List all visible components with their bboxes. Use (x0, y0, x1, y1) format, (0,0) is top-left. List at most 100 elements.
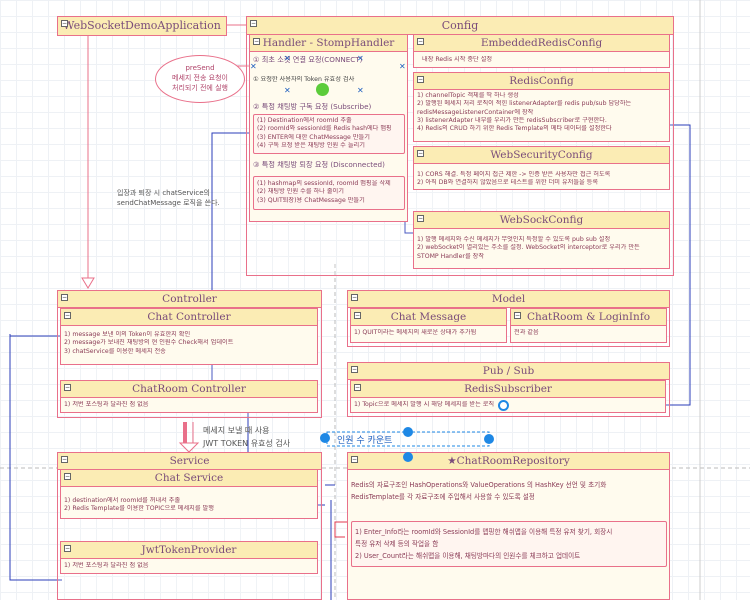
chat-message-class[interactable]: Chat Message − 1) QUIT이라는 메세지의 새로운 상태가 추… (350, 308, 507, 343)
middle-note-line: 메세지 보낼 때 사용 (203, 426, 270, 435)
cross-mark-icon: ✕ (284, 54, 291, 63)
collapse-icon[interactable]: − (351, 456, 358, 463)
repository-hashmap-notes: 1) Enter_Info라는 roomId와 SessionId를 맵핑한 해… (351, 521, 667, 567)
class-description: 1) QUIT이라는 메세지의 새로운 상태가 추가됨 (354, 329, 477, 336)
class-description: 2) message가 보내진 채팅방의 현 인원수 Check해서 업데이트 (64, 339, 234, 347)
chat-controller-class[interactable]: Chat Controller − 1) message 보낸 이의 Token… (60, 308, 318, 365)
class-description: 3) listenerAdapter 내부를 우리가 만든 redisSubsc… (417, 116, 607, 124)
collapse-icon[interactable]: − (351, 294, 358, 301)
jwt-token-provider-title: JwtTokenProvider (61, 542, 317, 559)
class-description: 1) message 보낸 이의 Token이 유효한지 확인 (64, 331, 191, 338)
repository-step: 1) Enter_Info라는 roomId와 SessionId를 맵핑한 해… (355, 528, 613, 536)
collapse-icon[interactable]: − (61, 456, 68, 463)
redis-config-class[interactable]: RedisConfig − 1) channelTopic 객체를 딱 하나 생… (413, 72, 670, 142)
chat-controller-title: Chat Controller (61, 309, 317, 326)
collapse-icon[interactable]: − (64, 384, 71, 391)
presend-note-line: 처리되기 전에 실행 (172, 84, 228, 92)
chatroom-controller-class[interactable]: ChatRoom Controller − 1) 저번 포스팅과 달라진 점 없… (60, 380, 318, 413)
class-description: 4) Redis의 CRUD 하기 위한 Redis Template의 메타 … (417, 125, 612, 133)
embedded-redis-config-title: EmbeddedRedisConfig (414, 35, 669, 52)
collapse-icon[interactable]: − (417, 150, 424, 157)
collapse-icon[interactable]: − (253, 38, 260, 45)
class-description: 1) CORS 해결. 특정 페이지 접근 제한 -> 인증 받은 사용자만 접… (417, 171, 611, 178)
class-description: 1) destination에서 roomId를 꺼내서 추출 (64, 497, 181, 504)
collapse-icon[interactable]: − (61, 20, 68, 27)
cross-mark-icon: ✕ (357, 86, 364, 95)
middle-note: 메세지 보낼 때 사용 JWT TOKEN 유효성 검사 (203, 424, 290, 450)
rotate-handle-icon[interactable] (498, 400, 509, 411)
collapse-icon[interactable]: − (61, 294, 68, 301)
redis-config-title: RedisConfig (414, 73, 669, 90)
chatroom-repository-title: ★ChatRoomRepository (348, 453, 669, 470)
left-note: 입장과 퇴장 시 chatService의 sendChatMessage 로직… (117, 188, 220, 208)
chat-service-class[interactable]: Chat Service − 1) destination에서 roomId를 … (60, 469, 318, 519)
collapse-icon[interactable]: − (417, 38, 424, 45)
handler-section-title: ③ 특정 채팅방 퇴장 요청 (Disconnected) (253, 161, 385, 169)
middle-note-line: JWT TOKEN 유효성 검사 (203, 439, 291, 448)
class-description: 1) 저번 포스팅과 달라진 점 없음 (64, 401, 149, 408)
handler-step: (1) hashmap의 sessionId, roomId 맵핑을 삭제 (257, 180, 391, 187)
stomp-handler-class[interactable]: Handler - StompHandler − ① 최초 소켓 연결 요청(C… (249, 34, 408, 222)
collapse-icon[interactable]: − (514, 312, 521, 319)
app-class-title: WebSocketDemoApplication (58, 17, 226, 35)
web-security-config-class[interactable]: WebSecurityConfig − 1) CORS 해결. 특정 페이지 접… (413, 146, 670, 190)
presend-note: preSend 메세지 전송 요청이 처리되기 전에 실행 (155, 55, 245, 103)
chatroom-logininfo-title: ChatRoom & LoginInfo (511, 309, 666, 326)
repository-step: 2) User_Count라는 해쉬맵을 이용해, 채팅방마다의 인원수를 체크… (355, 552, 581, 560)
handler-step: (1) Destination에서 roomId 추출 (257, 117, 352, 124)
model-package-title: Model (348, 291, 669, 308)
handler-step: (4) 구독 요청 받은 채팅방 인원 수 늘리기 (257, 141, 365, 149)
collapse-icon[interactable]: − (354, 312, 361, 319)
handler-section-line: ① 요청한 사용자의 Token 유효성 검사 (253, 76, 355, 83)
jwt-token-provider-class[interactable]: JwtTokenProvider − 1) 저번 포스팅과 달라진 점 없음 (60, 541, 318, 574)
collapse-icon[interactable]: − (351, 366, 358, 373)
collapse-icon[interactable]: − (64, 473, 71, 480)
class-description: redisMessageListenerContainer에 장착 (417, 108, 534, 116)
cross-mark-icon: ✕ (284, 86, 291, 95)
class-description: 내장 Redis 시작 중단 설정 (422, 56, 493, 63)
handler-disconnect-steps: (1) hashmap의 sessionId, roomId 맵핑을 삭제 (2… (253, 176, 405, 210)
redis-subscriber-title: RedisSubscriber (351, 381, 665, 398)
cross-mark-icon: ✕ (250, 62, 257, 71)
collapse-icon[interactable]: − (64, 312, 71, 319)
connection-handle-icon[interactable] (403, 452, 413, 462)
app-class-box[interactable]: WebSocketDemoApplication − (57, 16, 227, 36)
collapse-icon[interactable]: − (250, 20, 257, 27)
embedded-redis-config-class[interactable]: EmbeddedRedisConfig − 내장 Redis 시작 중단 설정 (413, 34, 670, 68)
left-note-line: sendChatMessage 로직을 쓴다. (117, 199, 220, 207)
class-description: 1) channelTopic 객체를 딱 하나 생성 (417, 92, 519, 99)
controller-package-title: Controller (58, 291, 321, 308)
websock-config-class[interactable]: WebSockConfig − 1) 발행 메세지와 수신 메세지가 무엇인지 … (413, 211, 670, 269)
websock-config-title: WebSockConfig (414, 212, 669, 229)
class-description: 2) 발행된 메세지 처리 로직이 적힌 listenerAdapter를 re… (417, 100, 632, 108)
handler-step: (2) 채팅방 인원 수를 하나 줄이기 (257, 188, 344, 196)
chatroom-logininfo-class[interactable]: ChatRoom & LoginInfo − 전과 같음 (510, 308, 667, 343)
handler-step: (3) ENTER에 대한 ChatMessage 만들기 (257, 133, 370, 141)
connection-handle-icon[interactable] (320, 433, 330, 443)
class-description: Redis의 자료구조인 HashOperations와 ValueOperat… (351, 481, 607, 489)
stomp-handler-title: Handler - StompHandler (250, 35, 407, 52)
class-description: 3) chatService를 이용한 메세지 전송 (64, 347, 166, 355)
cross-mark-icon: ✕ (399, 62, 406, 71)
selection-handle-icon[interactable] (316, 83, 329, 96)
chat-message-title: Chat Message (351, 309, 506, 326)
handler-subscribe-steps: (1) Destination에서 roomId 추출 (2) roomId와 … (253, 114, 405, 154)
class-description: 2) 아직 DB와 연결하지 않았음으로 테스트를 위한 더미 유저들을 등록 (417, 179, 599, 187)
class-description: 2) Redis Template를 이용한 TOPIC으로 메세지를 발행 (64, 505, 214, 513)
collapse-icon[interactable]: − (417, 215, 424, 222)
collapse-icon[interactable]: − (64, 545, 71, 552)
connection-handle-icon[interactable] (403, 427, 413, 437)
presend-note-line: 메세지 전송 요청이 (172, 74, 228, 82)
chat-service-title: Chat Service (61, 470, 317, 487)
chatroom-controller-title: ChatRoom Controller (61, 381, 317, 398)
collapse-icon[interactable]: − (354, 384, 361, 391)
connection-handle-icon[interactable] (484, 434, 494, 444)
service-package-title: Service (58, 453, 321, 470)
repository-step: 특정 유저 삭제 등의 작업을 함 (355, 540, 439, 548)
chatroom-repository-class[interactable]: ★ChatRoomRepository − Redis의 자료구조인 HashO… (347, 452, 670, 600)
pubsub-package-title: Pub / Sub (348, 363, 669, 380)
left-note-line: 입장과 퇴장 시 chatService의 (117, 189, 210, 197)
class-description: 전과 같음 (514, 329, 539, 336)
class-description: 1) 발행 메세지와 수신 메세지가 무엇인지 특정할 수 있도록 pub su… (417, 236, 611, 243)
collapse-icon[interactable]: − (417, 76, 424, 83)
